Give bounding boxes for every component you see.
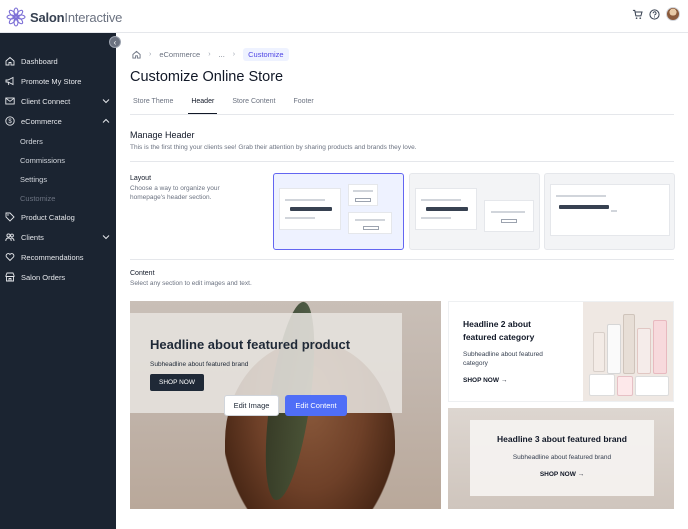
top-bar: SalonInteractive xyxy=(0,0,688,33)
section-title: Manage Header xyxy=(130,130,195,140)
hero-shop-now-button[interactable]: SHOP NOW xyxy=(150,374,204,391)
featured-brand-card[interactable]: Headline 3 about featured brand Subheadl… xyxy=(448,408,674,509)
content-label: Content xyxy=(130,270,155,277)
logo-flower-icon xyxy=(6,7,26,27)
layout-description: Choose a way to organize your homepage's… xyxy=(130,185,220,202)
avatar[interactable] xyxy=(666,7,680,21)
card2-headline: Headline 2 about featured category xyxy=(463,319,535,342)
sidebar-item-clients[interactable]: Clients xyxy=(0,227,116,247)
tabs: Store Theme Header Store Content Footer xyxy=(130,98,329,114)
tab-footer[interactable]: Footer xyxy=(291,98,317,114)
layout-preview-side xyxy=(484,200,534,232)
sidebar-sub-customize[interactable]: Customize xyxy=(20,194,55,203)
dollar-icon: $ xyxy=(5,116,15,126)
layout-option-2[interactable] xyxy=(409,173,540,250)
sidebar-item-label: Dashboard xyxy=(21,56,58,66)
sidebar-item-recommendations[interactable]: Recommendations xyxy=(0,247,116,267)
chevron-right-icon: › xyxy=(232,51,236,58)
card3-text-box: Headline 3 about featured brand Subheadl… xyxy=(470,420,654,496)
layout-label: Layout xyxy=(130,175,152,182)
arrow-right-icon: → xyxy=(500,377,508,384)
sidebar-item-dashboard[interactable]: Dashboard xyxy=(0,51,116,71)
page-title: Customize Online Store xyxy=(130,69,284,85)
sidebar-item-label: Recommendations xyxy=(21,252,84,262)
card3-shop-now-link[interactable]: SHOP NOW → xyxy=(470,471,654,478)
tab-header[interactable]: Header xyxy=(188,98,218,114)
tab-store-theme[interactable]: Store Theme xyxy=(130,98,176,114)
layout-option-1[interactable] xyxy=(273,173,404,250)
divider xyxy=(130,161,674,162)
layout-preview-main xyxy=(279,188,341,230)
card2-shop-now-link[interactable]: SHOP NOW → xyxy=(463,377,507,384)
layout-preview-main xyxy=(415,188,477,230)
sidebar-sub-settings[interactable]: Settings xyxy=(20,175,47,184)
chevron-down-icon xyxy=(102,99,110,104)
section-description: This is the first thing your clients see… xyxy=(130,144,417,151)
sidebar-item-product-catalog[interactable]: Product Catalog xyxy=(0,207,116,227)
sidebar-item-ecommerce[interactable]: $ eCommerce xyxy=(0,111,116,131)
layout-preview-side-bottom xyxy=(348,212,392,234)
breadcrumb-current: Customize xyxy=(243,48,289,61)
heart-icon xyxy=(5,252,15,262)
home-icon[interactable] xyxy=(132,50,141,59)
divider xyxy=(130,259,674,260)
hero-subheadline: Subheadline about featured brand xyxy=(150,361,249,368)
hero-section[interactable]: Headline about featured product Subheadl… xyxy=(130,301,441,509)
chevron-up-icon xyxy=(102,118,110,123)
users-icon xyxy=(5,232,15,242)
cart-icon[interactable] xyxy=(632,9,643,20)
mail-icon xyxy=(5,96,15,106)
card3-headline: Headline 3 about featured brand xyxy=(497,434,627,444)
sidebar-sub-orders[interactable]: Orders xyxy=(20,137,43,146)
sidebar-item-client-connect[interactable]: Client Connect xyxy=(0,91,116,111)
chevron-right-icon: › xyxy=(149,51,152,58)
main-content: › eCommerce › ... › Customize Customize … xyxy=(116,33,688,529)
app-name: SalonInteractive xyxy=(30,9,123,25)
layout-preview-full xyxy=(550,184,670,236)
hero-headline: Headline about featured product xyxy=(150,337,351,352)
sidebar-item-promote[interactable]: Promote My Store xyxy=(0,71,116,91)
sidebar-item-label: Salon Orders xyxy=(21,272,66,282)
sidebar-item-label: Promote My Store xyxy=(21,76,82,86)
tabs-divider xyxy=(130,114,674,115)
breadcrumb-ecommerce[interactable]: eCommerce xyxy=(159,50,200,59)
home-icon xyxy=(5,56,15,66)
chevron-right-icon: › xyxy=(208,51,211,58)
sidebar-sub-commissions[interactable]: Commissions xyxy=(20,156,65,165)
sidebar-item-label: eCommerce xyxy=(21,116,62,126)
layout-option-3[interactable] xyxy=(544,173,675,250)
tag-icon xyxy=(5,212,15,222)
sidebar: Dashboard Promote My Store Client Connec… xyxy=(0,33,116,529)
help-icon[interactable] xyxy=(649,8,660,20)
featured-category-card[interactable]: Headline 2 about featured category Subhe… xyxy=(448,301,674,402)
edit-image-button[interactable]: Edit Image xyxy=(224,395,279,416)
card2-subheadline: Subheadline about featured category xyxy=(463,351,543,368)
store-icon xyxy=(5,272,15,282)
sidebar-item-label: Product Catalog xyxy=(21,212,75,222)
sidebar-item-label: Clients xyxy=(21,232,44,242)
sidebar-item-salon-orders[interactable]: Salon Orders xyxy=(0,267,116,287)
megaphone-icon xyxy=(5,76,15,86)
content-description: Select any section to edit images and te… xyxy=(130,280,252,287)
sidebar-item-label: Client Connect xyxy=(21,96,71,106)
svg-text:$: $ xyxy=(8,119,12,125)
tab-store-content[interactable]: Store Content xyxy=(229,98,278,114)
breadcrumb: › eCommerce › ... › Customize xyxy=(132,48,289,61)
edit-content-button[interactable]: Edit Content xyxy=(285,395,347,416)
products-image xyxy=(583,302,673,401)
card3-subheadline: Subheadline about featured brand xyxy=(512,454,612,461)
app-logo[interactable]: SalonInteractive xyxy=(6,7,122,27)
arrow-right-icon: → xyxy=(577,471,585,478)
breadcrumb-ellipsis[interactable]: ... xyxy=(219,50,225,59)
layout-preview-side-top xyxy=(348,184,378,206)
chevron-down-icon xyxy=(102,235,110,240)
sidebar-collapse-button[interactable]: ‹ xyxy=(109,36,121,48)
